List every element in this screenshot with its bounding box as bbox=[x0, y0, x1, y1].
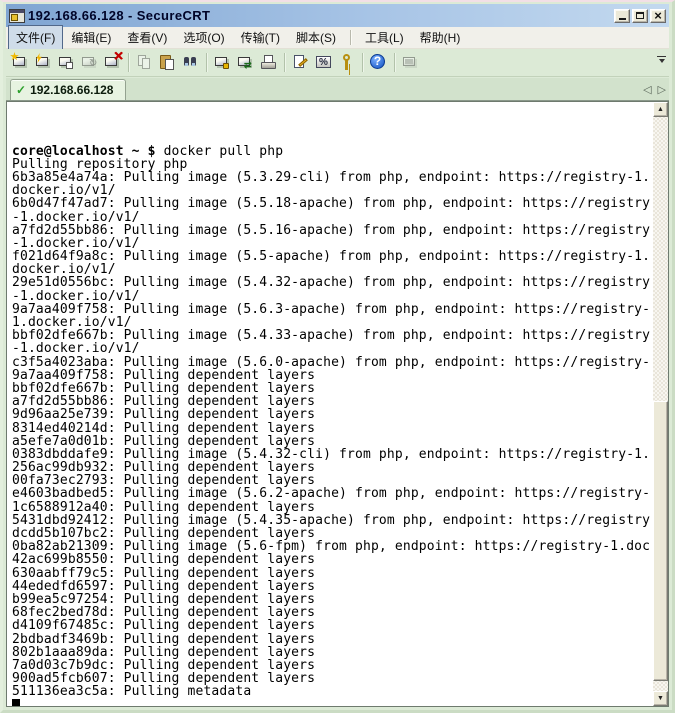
terminal-line bbox=[12, 118, 653, 131]
help-icon[interactable] bbox=[368, 52, 389, 73]
terminal-line: -1.docker.io/v1/ bbox=[12, 211, 653, 224]
terminal-line: 511136ea3c5a: Pulling metadata bbox=[12, 685, 653, 698]
quick-connect-icon[interactable] bbox=[33, 52, 54, 73]
menu-item-script[interactable]: 脚本(S) bbox=[288, 25, 344, 50]
tab-bar: ✓ 192.168.66.128 ◁ ▷ bbox=[6, 78, 669, 101]
terminal-line: 42ac699b8550: Pulling dependent layers bbox=[12, 553, 653, 566]
terminal-line: 2bdbadf3469b: Pulling dependent layers bbox=[12, 633, 653, 646]
paste-icon[interactable] bbox=[157, 52, 178, 73]
tab-scroll-right-icon[interactable]: ▷ bbox=[658, 85, 666, 96]
terminal-line: d4109f67485c: Pulling dependent layers bbox=[12, 619, 653, 632]
terminal-line: 9a7aa409f758: Pulling dependent layers bbox=[12, 369, 653, 382]
terminal-line: -1.docker.io/v1/ bbox=[12, 290, 653, 303]
scrollbar-up-icon[interactable]: ▲ bbox=[653, 102, 668, 117]
securecrt-window: 192.168.66.128 - SecureCRT × 文件(F)编辑(E)查… bbox=[0, 0, 675, 713]
toolbar-separator bbox=[128, 53, 129, 72]
disconnect-icon[interactable] bbox=[102, 52, 123, 73]
toolbar-overflow-button[interactable] bbox=[657, 56, 666, 66]
file-transfer-icon[interactable] bbox=[212, 52, 233, 73]
menu-item-transfer[interactable]: 传输(T) bbox=[233, 25, 288, 50]
toolbar-separator bbox=[394, 53, 395, 72]
menu-item-edit[interactable]: 编辑(E) bbox=[63, 25, 119, 50]
maximize-button[interactable] bbox=[632, 9, 648, 23]
reconnect-icon bbox=[79, 52, 100, 73]
terminal-output[interactable]: core@localhost ~ $ docker pull phpPullin… bbox=[7, 102, 653, 706]
terminal-cursor bbox=[12, 699, 20, 706]
terminal-line: 44ededfd6597: Pulling dependent layers bbox=[12, 580, 653, 593]
terminal-line: core@localhost ~ $ docker pull php bbox=[12, 145, 653, 158]
terminal-line: 1c6588912a40: Pulling dependent layers bbox=[12, 501, 653, 514]
toolbar-separator bbox=[284, 53, 285, 72]
scrollbar-thumb[interactable] bbox=[653, 401, 668, 681]
close-button[interactable]: × bbox=[650, 9, 666, 23]
menu-item-file[interactable]: 文件(F) bbox=[8, 25, 63, 50]
terminal-pane: core@localhost ~ $ docker pull phpPullin… bbox=[6, 101, 669, 707]
minimize-button[interactable] bbox=[614, 9, 630, 23]
menu-item-tools[interactable]: 工具(L) bbox=[357, 25, 412, 50]
terminal-line bbox=[12, 105, 653, 118]
menu-item-view[interactable]: 查看(V) bbox=[119, 25, 175, 50]
terminal-line: a7fd2d55bb86: Pulling image (5.5.16-apac… bbox=[12, 224, 653, 237]
terminal-line: 630aabff79c5: Pulling dependent layers bbox=[12, 567, 653, 580]
scrollbar-down-icon[interactable]: ▼ bbox=[653, 691, 668, 706]
toolbar-icons bbox=[9, 49, 422, 76]
fullscreen-icon bbox=[400, 52, 421, 73]
find-icon[interactable] bbox=[180, 52, 201, 73]
vertical-scrollbar[interactable]: ▲ ▼ bbox=[653, 102, 668, 706]
menu-item-options[interactable]: 选项(O) bbox=[175, 25, 232, 50]
key-agent-icon[interactable] bbox=[336, 52, 357, 73]
menu-separator bbox=[350, 30, 351, 45]
window-title: 192.168.66.128 - SecureCRT bbox=[28, 8, 614, 23]
terminal-line: 9d96aa25e739: Pulling dependent layers bbox=[12, 408, 653, 421]
connected-check-icon: ✓ bbox=[16, 84, 26, 96]
tab-scroll-left-icon[interactable]: ◁ bbox=[643, 85, 651, 96]
terminal-line: 6b0d47f47ad7: Pulling image (5.5.18-apac… bbox=[12, 197, 653, 210]
terminal-cursor-line bbox=[12, 698, 653, 706]
terminal-line: -1.docker.io/v1/ bbox=[12, 342, 653, 355]
terminal-line: e4603badbed5: Pulling image (5.6.2-apach… bbox=[12, 487, 653, 500]
connect-icon[interactable] bbox=[10, 52, 31, 73]
title-bar[interactable]: 192.168.66.128 - SecureCRT × bbox=[6, 4, 669, 27]
toolbar-separator bbox=[362, 53, 363, 72]
terminal-line: c3f5a4023aba: Pulling image (5.6.0-apach… bbox=[12, 356, 653, 369]
session-tab[interactable]: ✓ 192.168.66.128 bbox=[10, 79, 126, 100]
session-options-icon[interactable] bbox=[290, 52, 311, 73]
menu-bar: 文件(F)编辑(E)查看(V)选项(O)传输(T)脚本(S) 工具(L)帮助(H) bbox=[6, 27, 669, 49]
print-icon[interactable] bbox=[258, 52, 279, 73]
tab-scroll-buttons: ◁ ▷ bbox=[643, 85, 666, 96]
terminal-line: 29e51d0556bc: Pulling image (5.4.32-apac… bbox=[12, 276, 653, 289]
terminal-line: a5efe7a0d01b: Pulling dependent layers bbox=[12, 435, 653, 448]
sftp-session-icon[interactable] bbox=[235, 52, 256, 73]
terminal-line: Pulling repository php bbox=[12, 158, 653, 171]
toolbar bbox=[6, 49, 669, 77]
session-tab-label: 192.168.66.128 bbox=[30, 83, 113, 97]
menu-item-help[interactable]: 帮助(H) bbox=[412, 25, 469, 50]
terminal-line: 802b1aaa89da: Pulling dependent layers bbox=[12, 646, 653, 659]
toolbar-separator bbox=[206, 53, 207, 72]
window-controls: × bbox=[614, 9, 666, 23]
securecrt-app-icon[interactable] bbox=[9, 9, 25, 23]
terminal-line: 8314ed40214d: Pulling dependent layers bbox=[12, 422, 653, 435]
copy-icon bbox=[134, 52, 155, 73]
clone-session-icon[interactable] bbox=[56, 52, 77, 73]
global-options-icon[interactable] bbox=[313, 52, 334, 73]
